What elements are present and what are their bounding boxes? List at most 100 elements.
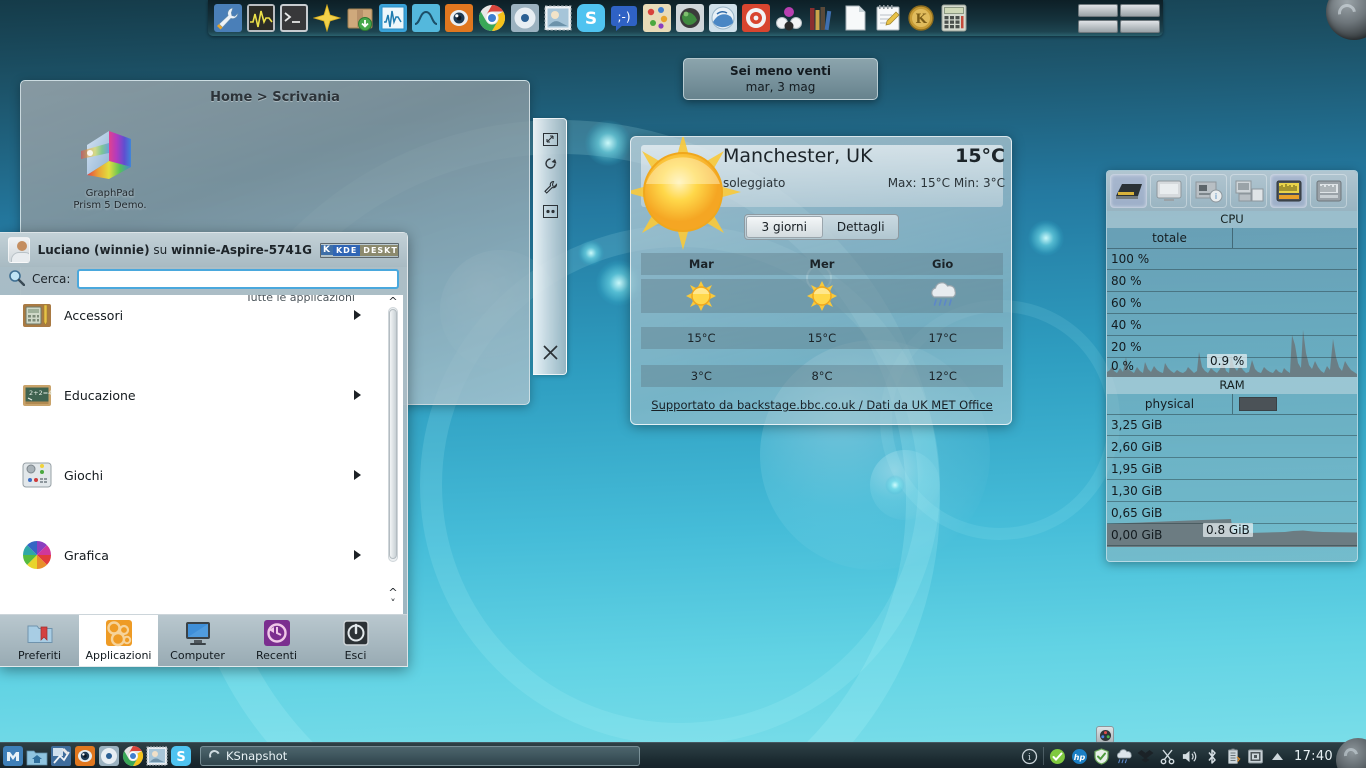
kmail-icon[interactable]: [542, 3, 573, 34]
kickoff-application-launcher[interactable]: Luciano (winnie) su winnie-Aspire-5741G …: [0, 232, 408, 667]
mint-menu-icon[interactable]: [2, 745, 24, 767]
skype-icon[interactable]: S: [575, 3, 606, 34]
scrollbar-thumb[interactable]: [389, 309, 397, 559]
tab-dettagli[interactable]: Dettagli: [824, 215, 899, 239]
list-item[interactable]: Accessori: [0, 295, 383, 335]
computer-monitor-icon: [184, 619, 212, 647]
tab-applicazioni[interactable]: Applicazioni: [79, 615, 158, 666]
system-monitor-icon[interactable]: [377, 3, 408, 34]
close-icon[interactable]: [533, 340, 567, 364]
kickoff-category-list[interactable]: Tutte le applicazioni Accessori 2+2=4 Ed…: [0, 295, 403, 614]
kickoff-scrollbar[interactable]: ^ ^ ˅: [383, 295, 403, 614]
klipper-scissors-icon[interactable]: [1159, 748, 1176, 765]
weather-view-toggle[interactable]: 3 giorni Dettagli: [744, 214, 899, 240]
systemsettings-icon[interactable]: [212, 3, 243, 34]
top-dock[interactable]: S ;-) K: [208, 0, 1163, 36]
battery-icon[interactable]: [1225, 748, 1242, 765]
show-desktop-icon[interactable]: [50, 745, 72, 767]
weather-rain-icon[interactable]: [1115, 748, 1132, 765]
kolourpaint-icon[interactable]: [641, 3, 672, 34]
weather-credit-link[interactable]: Supportato da backstage.bbc.co.uk / Dati…: [641, 398, 1003, 412]
rekonq-browser-icon[interactable]: [509, 3, 540, 34]
kickoff-search-row[interactable]: Cerca:: [0, 267, 407, 295]
volume-icon[interactable]: [1181, 748, 1198, 765]
signal-curve-icon[interactable]: [410, 3, 441, 34]
sensor-browser-icon[interactable]: [1110, 174, 1147, 208]
ram-gridline-325: 3,25 GiB: [1107, 415, 1357, 436]
security-shield-icon[interactable]: [1093, 747, 1110, 765]
hp-printer-icon[interactable]: hp: [1071, 748, 1088, 765]
network-icon[interactable]: [1247, 748, 1264, 765]
notes-editor-icon[interactable]: [872, 3, 903, 34]
window-tile-3[interactable]: [1120, 3, 1160, 17]
window-tile-1[interactable]: [1078, 3, 1118, 17]
package-install-icon[interactable]: [344, 3, 375, 34]
display-blank-icon[interactable]: [1150, 174, 1187, 208]
avatar[interactable]: [8, 237, 30, 263]
kde-eye-icon[interactable]: [74, 745, 96, 767]
document-blank-icon[interactable]: [839, 3, 870, 34]
list-item[interactable]: Giochi: [0, 455, 383, 495]
tab-3-giorni[interactable]: 3 giorni: [746, 216, 823, 238]
system-monitor-toolbar[interactable]: i: [1107, 171, 1357, 211]
resize-icon[interactable]: [533, 127, 567, 151]
signal-plotter-icon[interactable]: [1270, 174, 1307, 208]
multimeter-icon[interactable]: [1230, 174, 1267, 208]
kgeography-globe-icon[interactable]: [674, 3, 705, 34]
info-icon[interactable]: i: [1021, 748, 1038, 765]
cpu-section-title: CPU: [1107, 211, 1357, 228]
bargraph-icon[interactable]: [1310, 174, 1347, 208]
skype-icon[interactable]: S: [170, 745, 192, 767]
tab-esci[interactable]: Esci: [316, 615, 395, 666]
rotate-icon[interactable]: [533, 151, 567, 175]
taskbar-launchers[interactable]: S: [0, 745, 192, 767]
list-item[interactable]: Grafica: [0, 535, 383, 575]
bluetooth-icon[interactable]: [1203, 748, 1220, 765]
dropbox-icon[interactable]: [1137, 748, 1154, 765]
kstars-icon[interactable]: [707, 3, 738, 34]
ksysguard-icon[interactable]: [245, 3, 276, 34]
digital-clock[interactable]: 17:40: [1291, 749, 1336, 764]
kcalc-icon[interactable]: [938, 3, 969, 34]
krunner-sparkle-icon[interactable]: [311, 3, 342, 34]
weather-applet[interactable]: Manchester, UK 15°C soleggiato Max: 15°C…: [630, 136, 1012, 425]
kopete-icon[interactable]: ;-): [608, 3, 639, 34]
taskbar-task-button[interactable]: KSnapshot: [200, 745, 640, 766]
desktop-file-item[interactable]: GraphPad Prism 5 Demo.: [63, 123, 157, 212]
rekonq-browser-icon[interactable]: [98, 745, 120, 767]
google-chrome-icon[interactable]: [122, 745, 144, 767]
konsole-icon[interactable]: [278, 3, 309, 34]
top-dock-window-buttons[interactable]: [1078, 0, 1168, 36]
kde-badge-kde: KDE: [332, 244, 361, 256]
ram-series-label: physical: [1144, 397, 1195, 411]
tab-recenti[interactable]: Recenti: [237, 615, 316, 666]
taskbar[interactable]: S KSnapshot i hp 17:40: [0, 738, 1366, 768]
kwikipedia-coin-icon[interactable]: K: [905, 3, 936, 34]
desktop-toolbox-cashew-top-right[interactable]: [1326, 0, 1366, 40]
kmail-icon[interactable]: [146, 745, 168, 767]
kde-eye-icon[interactable]: [443, 3, 474, 34]
books-library-icon[interactable]: [806, 3, 837, 34]
configure-wrench-icon[interactable]: [533, 175, 567, 199]
k3b-cd-icon[interactable]: [740, 3, 771, 34]
scroll-up-small-icon[interactable]: ^: [388, 587, 397, 598]
panel-settings-icon[interactable]: [533, 199, 567, 223]
update-manager-icon[interactable]: [1049, 748, 1066, 765]
google-chrome-icon[interactable]: [476, 3, 507, 34]
kalzium-molecule-icon[interactable]: [773, 3, 804, 34]
tab-computer[interactable]: Computer: [158, 615, 237, 666]
kickoff-tabbar[interactable]: Preferiti Applicazioni Computer Recenti: [0, 614, 407, 666]
window-tile-4[interactable]: [1120, 19, 1160, 33]
search-input[interactable]: [77, 269, 399, 289]
home-folder-icon[interactable]: [26, 745, 48, 767]
window-tile-2[interactable]: [1078, 19, 1118, 33]
tray-expand-arrow-icon[interactable]: [1269, 748, 1286, 765]
scroll-up-icon[interactable]: ^: [388, 296, 397, 307]
tab-preferiti[interactable]: Preferiti: [0, 615, 79, 666]
list-item[interactable]: 2+2=4 Educazione: [0, 375, 383, 415]
system-tray[interactable]: i hp 17:40: [1021, 743, 1362, 768]
scroll-down-icon[interactable]: ˅: [390, 598, 396, 609]
applet-handle-toolbox[interactable]: [533, 118, 567, 375]
process-info-icon[interactable]: i: [1190, 174, 1227, 208]
system-monitor-applet[interactable]: i CPU totale 100 % 80 % 60 % 40 % 20 % 0…: [1106, 170, 1358, 562]
